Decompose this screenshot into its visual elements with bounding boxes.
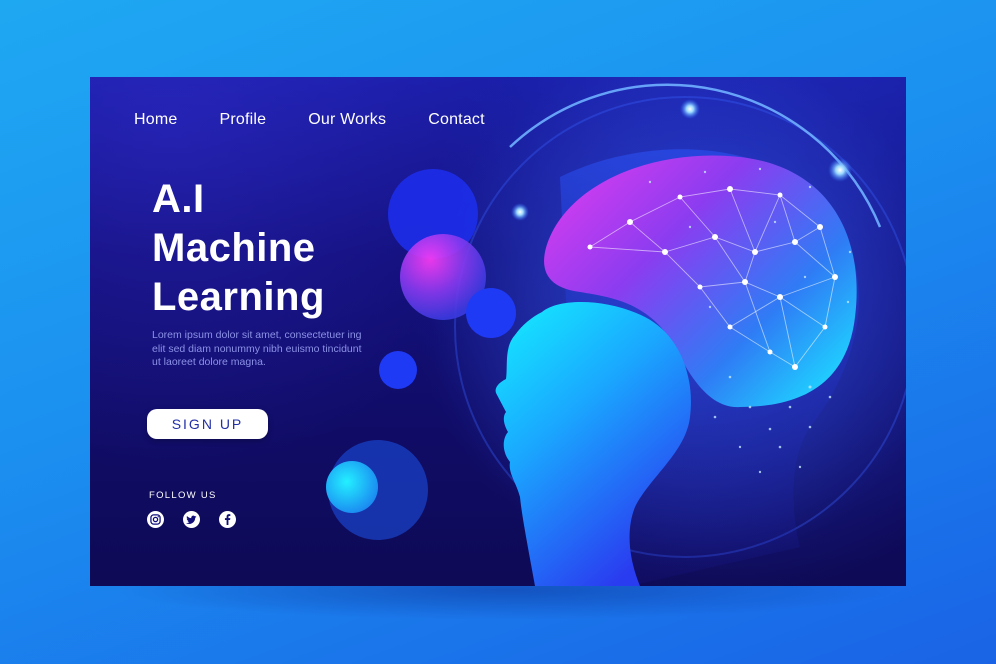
twitter-icon[interactable] xyxy=(183,511,200,528)
sign-up-button[interactable]: SIGN UP xyxy=(147,409,268,439)
nav-our-works[interactable]: Our Works xyxy=(308,111,386,129)
hero-title-line-1: A.I xyxy=(152,177,205,221)
hero-title-line-2: Machine xyxy=(152,226,316,270)
nav-home[interactable]: Home xyxy=(134,111,177,129)
social-links xyxy=(147,511,255,528)
landing-page: Home Profile Our Works Contact A.I Machi… xyxy=(90,77,906,586)
follow-us-label: FOLLOW US xyxy=(149,490,217,501)
hero-description: Lorem ipsum dolor sit amet, consectetuer… xyxy=(152,329,362,368)
facebook-icon[interactable] xyxy=(219,511,236,528)
hero-title-line-3: Learning xyxy=(152,275,325,319)
hero-title: A.I Machine Learning xyxy=(152,175,325,322)
instagram-icon[interactable] xyxy=(147,511,164,528)
nav-profile[interactable]: Profile xyxy=(219,111,266,129)
nav-contact[interactable]: Contact xyxy=(428,111,485,129)
top-navigation: Home Profile Our Works Contact xyxy=(134,111,527,129)
